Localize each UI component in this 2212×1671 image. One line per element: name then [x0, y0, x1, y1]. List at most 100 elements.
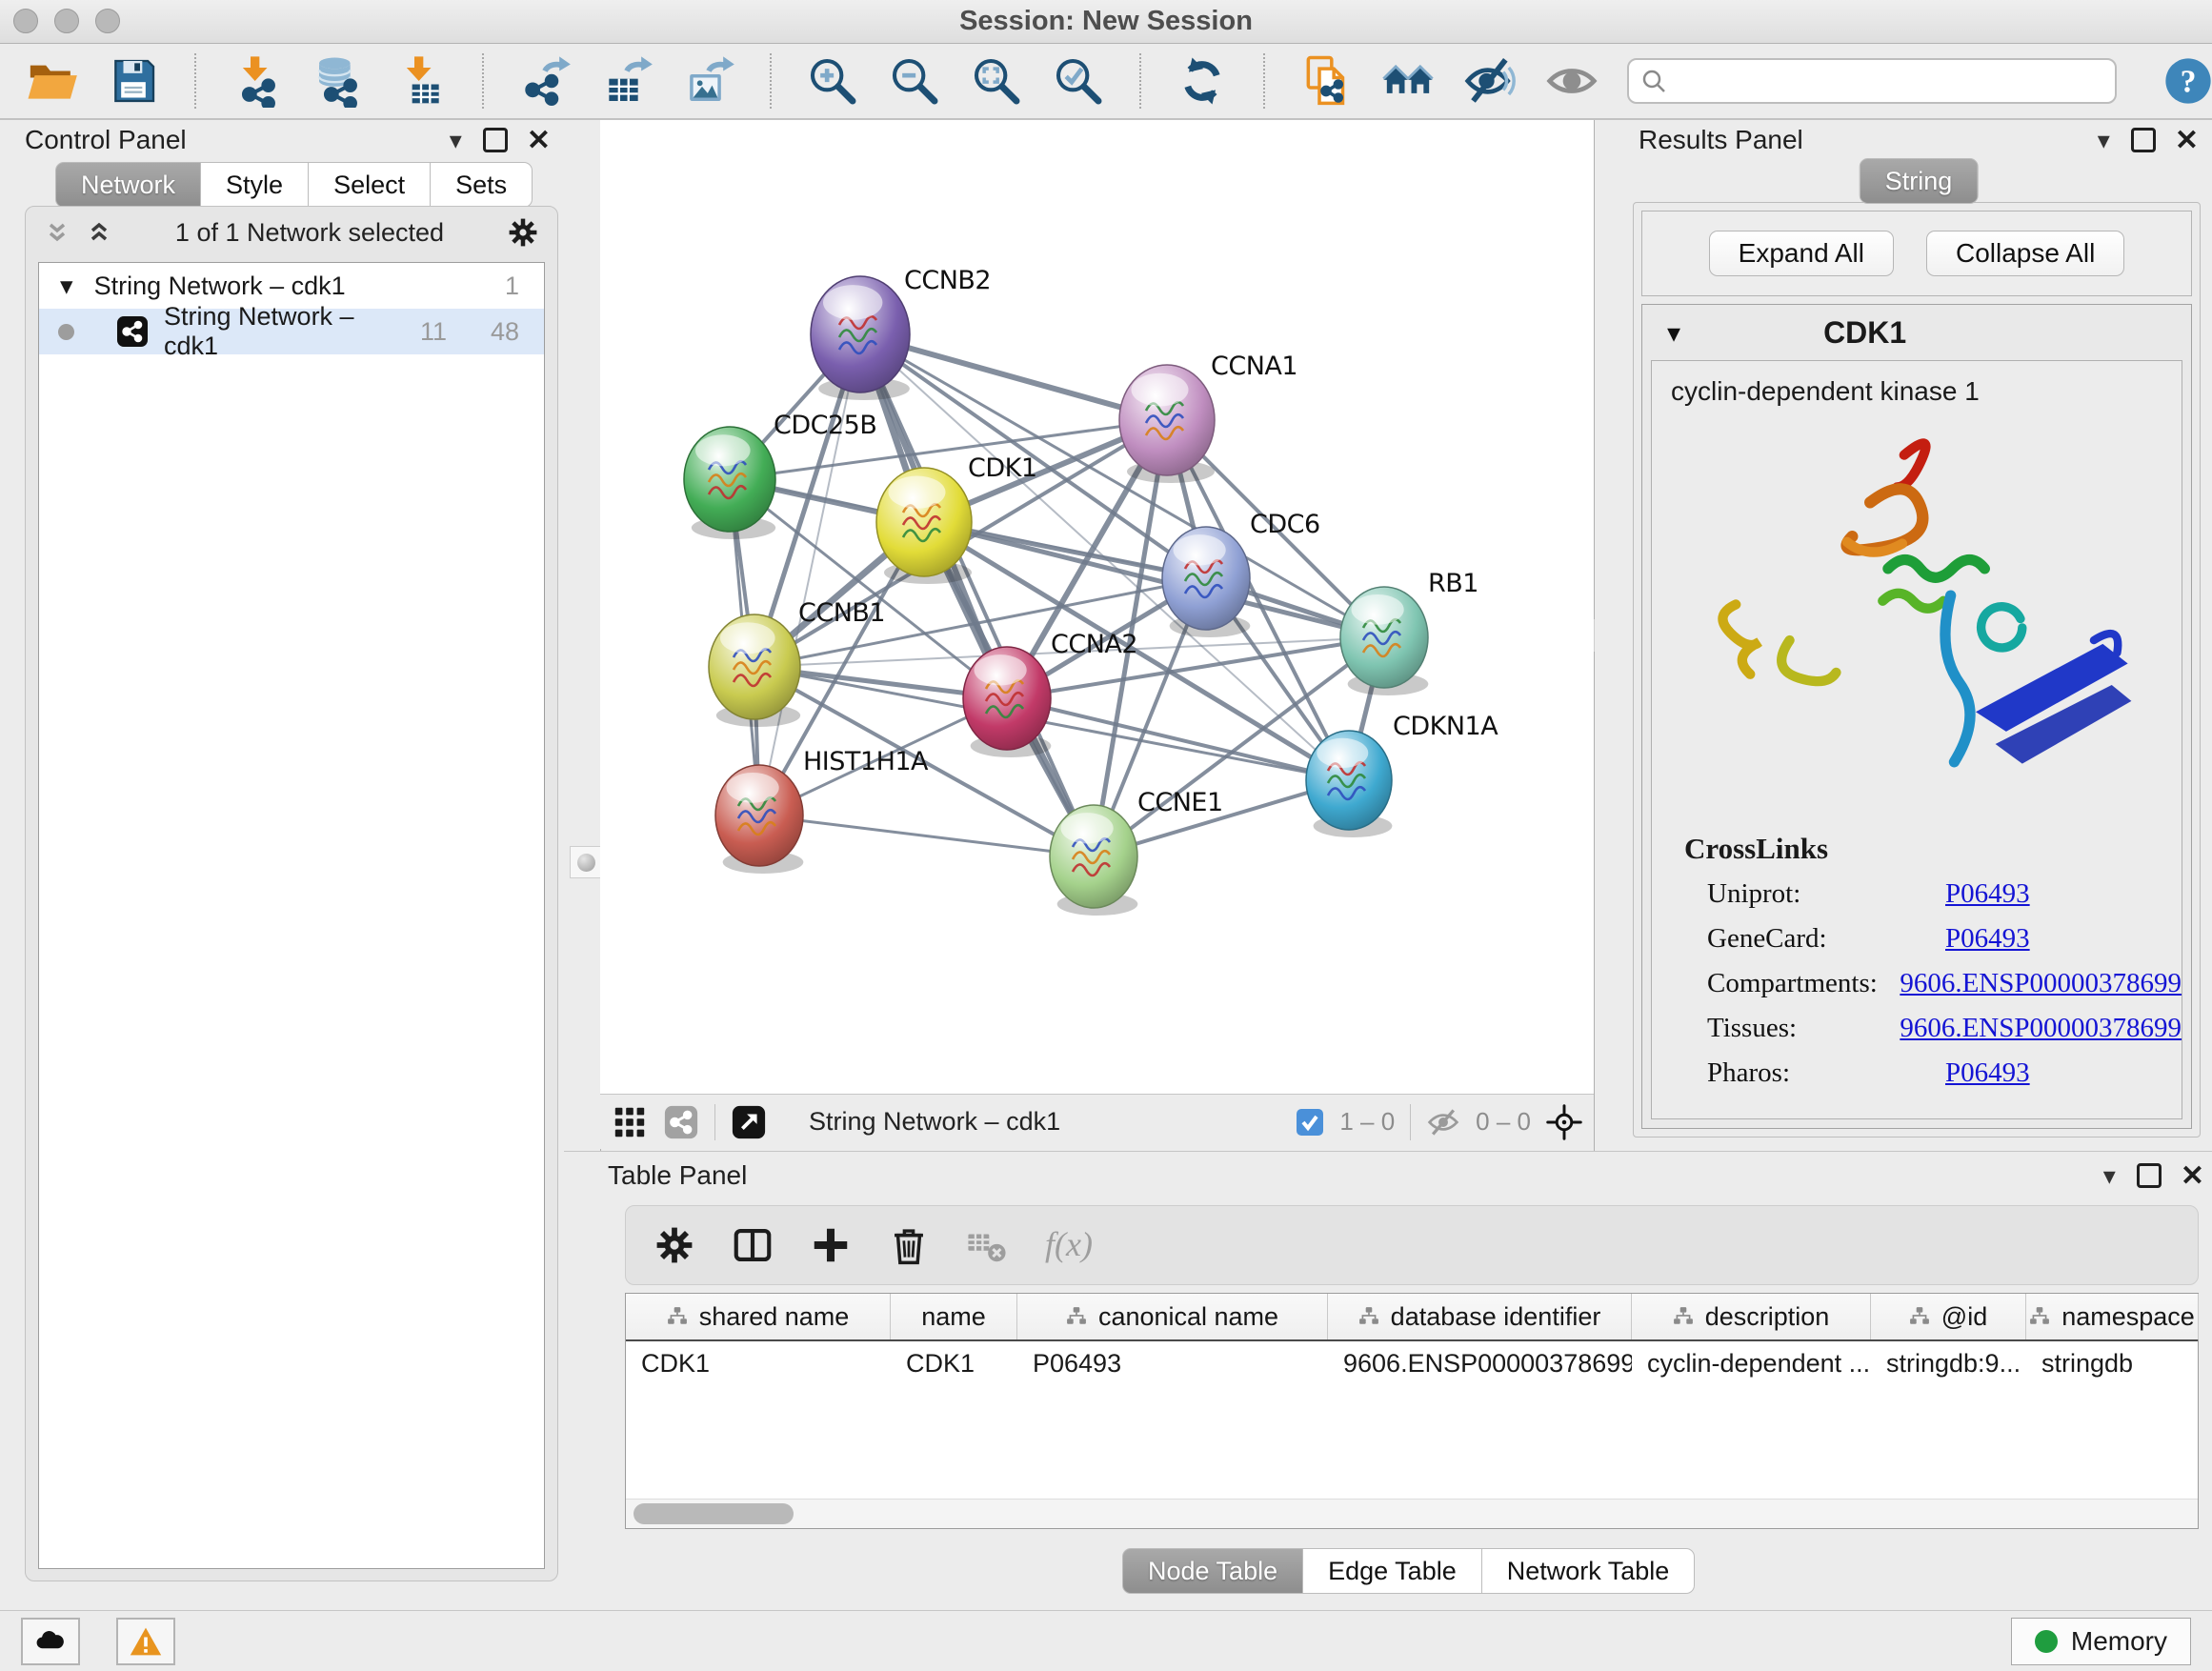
column-header[interactable]: database identifier	[1328, 1294, 1632, 1339]
tab-string[interactable]: String	[1860, 158, 1979, 204]
column-header[interactable]: canonical name	[1017, 1294, 1328, 1339]
network-node[interactable]: CCNB2	[811, 266, 991, 400]
network-node[interactable]: CDKN1A	[1306, 712, 1498, 837]
table-float-icon[interactable]	[2137, 1163, 2162, 1188]
network-canvas[interactable]: CCNB2CCNA1CDC25BCDK1CDC6RB1CCNB1CCNA2CDK…	[600, 120, 1594, 1094]
open-session-icon[interactable]	[25, 54, 78, 108]
zoom-selected-region-icon[interactable]	[1052, 54, 1105, 108]
table-menu-icon[interactable]: ▾	[2103, 1161, 2116, 1191]
table-cell[interactable]: CDK1	[891, 1341, 1017, 1385]
network-graph[interactable]: CCNB2CCNA1CDC25BCDK1CDC6RB1CCNB1CCNA2CDK…	[600, 120, 1594, 1094]
column-header[interactable]: name	[891, 1294, 1017, 1339]
tab-sets[interactable]: Sets	[431, 162, 533, 208]
right-splitter[interactable]	[1594, 120, 1628, 1151]
export-image-icon[interactable]	[682, 54, 735, 108]
tab-select[interactable]: Select	[309, 162, 431, 208]
export-table-icon[interactable]	[600, 54, 654, 108]
memory-button[interactable]: Memory	[2011, 1618, 2191, 1665]
column-header[interactable]: shared name	[626, 1294, 891, 1339]
network-edge[interactable]	[759, 334, 860, 815]
panel-close-icon[interactable]: ✕	[527, 124, 551, 157]
network-options-gear-icon[interactable]	[506, 215, 540, 250]
column-header[interactable]: @id	[1871, 1294, 2026, 1339]
help-button[interactable]: ?	[2162, 55, 2212, 107]
network-node[interactable]: CCNE1	[1050, 788, 1223, 916]
table-cell[interactable]: P06493	[1017, 1341, 1328, 1385]
network-selection-summary: 1 of 1 Network selected	[113, 218, 506, 248]
results-close-icon[interactable]: ✕	[2175, 124, 2199, 157]
tab-node-table[interactable]: Node Table	[1122, 1548, 1303, 1594]
show-all-icon[interactable]	[1545, 54, 1599, 108]
collapse-all-networks-icon[interactable]	[43, 218, 71, 247]
tab-network[interactable]: Network	[55, 162, 201, 208]
network-node[interactable]: RB1	[1340, 569, 1478, 695]
cloud-button[interactable]	[21, 1618, 80, 1665]
tab-network-table[interactable]: Network Table	[1482, 1548, 1696, 1594]
expand-all-button[interactable]: Expand All	[1709, 231, 1894, 276]
panel-float-icon[interactable]	[483, 128, 508, 152]
close-window-button[interactable]	[13, 9, 38, 33]
selected-checkbox-icon[interactable]	[1296, 1108, 1324, 1137]
zoom-out-icon[interactable]	[888, 54, 941, 108]
create-column-plus-icon[interactable]	[809, 1223, 853, 1267]
table-close-icon[interactable]: ✕	[2181, 1159, 2204, 1193]
left-splitter[interactable]	[564, 120, 601, 1151]
delete-column-trash-icon[interactable]	[887, 1223, 931, 1267]
warning-icon	[129, 1624, 163, 1659]
titlebar: Session: New Session	[0, 0, 2212, 44]
results-menu-icon[interactable]: ▾	[2098, 126, 2110, 155]
grid-view-icon[interactable]	[612, 1104, 648, 1140]
birdseye-navigator-icon[interactable]	[1546, 1104, 1582, 1140]
first-neighbors-icon[interactable]	[1381, 54, 1435, 108]
table-cell[interactable]: CDK1	[626, 1341, 891, 1385]
protein-collapse-icon[interactable]: ▾	[1667, 317, 1680, 349]
new-network-from-selection-icon[interactable]	[1299, 54, 1353, 108]
table-cell[interactable]: stringdb	[2026, 1341, 2199, 1385]
crosslink-value-link[interactable]: 9606.ENSP00000378699	[1900, 968, 2182, 999]
network-row[interactable]: String Network – cdk1 11 48	[39, 309, 544, 354]
apply-preferred-layout-icon[interactable]	[1176, 54, 1229, 108]
table-cell[interactable]: cyclin-dependent ...	[1632, 1341, 1871, 1385]
import-network-from-database-icon[interactable]	[312, 54, 366, 108]
collection-expand-icon[interactable]: ▾	[60, 272, 73, 301]
minimize-window-button[interactable]	[54, 9, 79, 33]
network-node[interactable]: HIST1H1A	[715, 747, 929, 874]
detach-view-icon[interactable]	[731, 1104, 767, 1140]
table-settings-gear-icon[interactable]	[653, 1223, 696, 1267]
results-float-icon[interactable]	[2131, 128, 2156, 152]
table-horizontal-scrollbar[interactable]	[626, 1499, 2198, 1528]
tab-style[interactable]: Style	[201, 162, 309, 208]
left-splitter-handle[interactable]	[570, 846, 602, 878]
column-header[interactable]: description	[1632, 1294, 1871, 1339]
export-network-icon[interactable]	[518, 54, 572, 108]
table-row[interactable]: CDK1CDK1P064939606.ENSP00000378699cyclin…	[626, 1341, 2198, 1385]
show-column-icon[interactable]	[731, 1223, 774, 1267]
collapse-all-button[interactable]: Collapse All	[1926, 231, 2124, 276]
crosslink-value-link[interactable]: 9606.ENSP00000378699	[1900, 1013, 2182, 1044]
column-header[interactable]: namespace	[2026, 1294, 2199, 1339]
network-node[interactable]: CDC6	[1162, 510, 1320, 637]
warning-button[interactable]	[116, 1618, 175, 1665]
hide-selected-icon[interactable]	[1463, 54, 1517, 108]
panel-menu-icon[interactable]: ▾	[450, 126, 462, 155]
zoom-in-icon[interactable]	[806, 54, 859, 108]
search-input[interactable]	[1677, 66, 2103, 97]
network-edge[interactable]	[759, 815, 1094, 856]
search-box[interactable]	[1627, 58, 2117, 104]
import-table-from-file-icon[interactable]	[394, 54, 448, 108]
crosslink-value-link[interactable]: P06493	[1945, 1057, 2030, 1089]
zoom-fit-content-icon[interactable]	[970, 54, 1023, 108]
crosslink-value-link[interactable]: P06493	[1945, 923, 2030, 955]
network-node[interactable]: CDK1	[876, 453, 1037, 584]
tab-edge-table[interactable]: Edge Table	[1303, 1548, 1482, 1594]
table-cell[interactable]: 9606.ENSP00000378699	[1328, 1341, 1632, 1385]
network-edge[interactable]	[860, 334, 1094, 856]
table-cell[interactable]: stringdb:9...	[1871, 1341, 2026, 1385]
expand-all-networks-icon[interactable]	[85, 218, 113, 247]
save-session-icon[interactable]	[107, 54, 160, 108]
crosslink-value-link[interactable]: P06493	[1945, 878, 2030, 910]
maximize-window-button[interactable]	[95, 9, 120, 33]
scrollbar-thumb[interactable]	[633, 1503, 794, 1524]
control-panel: Control Panel ▾ ✕ Network Style Select S…	[11, 120, 564, 1587]
import-network-from-file-icon[interactable]	[231, 54, 284, 108]
